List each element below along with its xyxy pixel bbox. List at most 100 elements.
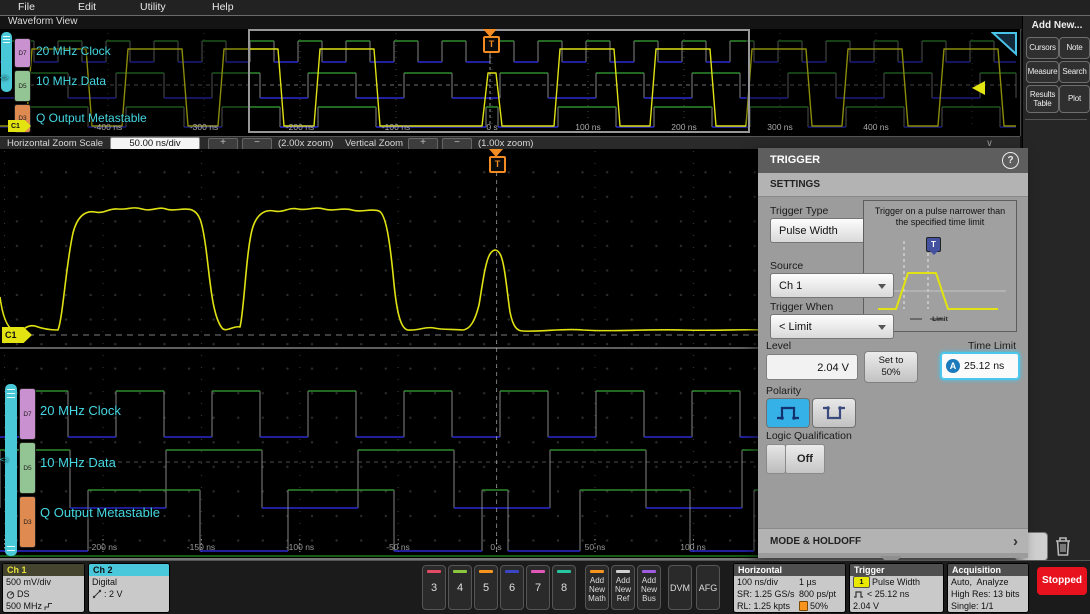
source-label: Source [770, 260, 804, 272]
chip-d7[interactable]: D7 [14, 38, 31, 68]
plot-button[interactable]: Plot [1059, 85, 1090, 113]
channel-7-button[interactable]: 7 [526, 565, 550, 610]
horizontal-badge[interactable]: Horizontal 100 ns/div 1 µs SR: 1.25 GS/s 8… [733, 563, 846, 613]
channel-8-button[interactable]: 8 [552, 565, 576, 610]
ov-axis-label: 200 ns [671, 122, 697, 132]
afg-button[interactable]: AFG [696, 565, 720, 610]
channel-6-button[interactable]: 6 [500, 565, 524, 610]
cursors-button[interactable]: Cursors [1026, 37, 1059, 59]
overview-label-q: Q Output Metastable [36, 111, 147, 125]
logic-qualification-label: Logic Qualification [766, 430, 852, 442]
polarity-positive-button[interactable] [766, 398, 810, 428]
collapse-toggle-icon-main[interactable]: <> [0, 457, 8, 464]
note-button[interactable]: Note [1059, 37, 1090, 59]
negative-pulse-icon [823, 406, 845, 420]
knob-a-icon: A [946, 359, 960, 373]
h-zoom-scale-label: Horizontal Zoom Scale [7, 138, 104, 149]
zoom-mode-icon[interactable] [991, 31, 1018, 56]
stopped-button[interactable]: Stopped [1037, 567, 1087, 595]
add-new-title: Add New... [1031, 20, 1083, 31]
chevron-down-icon [878, 284, 886, 289]
ov-axis-label: 300 ns [767, 122, 793, 132]
logic-toggle-value[interactable]: Off [785, 444, 825, 474]
ov-axis-label: 0 s [486, 122, 498, 132]
trigger-desc-line2: the specified time limit [895, 217, 985, 227]
positive-pulse-icon [777, 406, 799, 420]
main-label-clock: 20 MHz Clock [40, 403, 121, 418]
help-icon[interactable]: ? [1002, 152, 1019, 169]
analog-group-handle[interactable] [1, 32, 12, 92]
acquisition-badge[interactable]: Acquisition Auto, Analyze High Res: 13 b… [947, 563, 1029, 613]
add-new-math-button[interactable]: Add New Math [585, 565, 609, 610]
ov-axis-label: -300 ns [189, 122, 219, 132]
chip-d7-main[interactable]: D7 [19, 388, 36, 440]
channel-4-button[interactable]: 4 [448, 565, 472, 610]
trigger-marker-flag-main[interactable]: T [489, 156, 506, 173]
level-label: Level [766, 340, 792, 352]
bottom-bar: Ch 1 500 mV/div DS 500 MHz Ch 2 Digital … [0, 560, 1090, 614]
settings-tab[interactable]: SETTINGS [758, 173, 1028, 197]
trigger-panel-title: TRIGGER [758, 148, 1028, 173]
diagram-flag-pointer [930, 251, 938, 255]
waveform-overview[interactable]: <> D7 D5 D3 20 MHz Clock 10 MHz Data Q O… [0, 29, 1021, 136]
trigger-marker-flag-overview[interactable]: T [483, 36, 500, 53]
threshold-icon [92, 589, 102, 599]
ov-axis-label: -200 ns [285, 122, 315, 132]
diagram-trigger-flag: T [926, 237, 941, 252]
overview-dim-right [746, 29, 1020, 129]
ov-axis-label: 100 ns [575, 122, 601, 132]
pulse-width-icon [854, 590, 863, 598]
chip-d5[interactable]: D5 [14, 70, 31, 102]
add-new-ref-button[interactable]: Add New Ref [611, 565, 635, 610]
offscreen-trigger-arrow-icon [972, 81, 985, 95]
waveform-view-tab[interactable]: Waveform View [0, 16, 1090, 30]
menu-edit[interactable]: Edit [78, 1, 96, 13]
waveform-view-title: Waveform View [8, 16, 78, 27]
search-button[interactable]: Search [1059, 61, 1090, 83]
trigger-type-label: Trigger Type [770, 205, 829, 217]
trigger-settings-panel: TRIGGER ? SETTINGS Trigger Type Pulse Wi… [758, 148, 1028, 558]
main-axis-label: 0 s [490, 542, 502, 552]
trigger-when-dropdown[interactable]: < Limit [770, 314, 894, 339]
menu-file[interactable]: File [18, 1, 35, 13]
main-axis-label: 50 ns [584, 542, 606, 552]
source-dropdown[interactable]: Ch 1 [770, 273, 894, 298]
trigger-badge[interactable]: Trigger 1 Pulse Width < 25.12 ns 2.04 V [849, 563, 944, 613]
digital-group-handle[interactable] [5, 384, 17, 556]
chip-d5-main[interactable]: D5 [19, 442, 36, 494]
add-new-bus-button[interactable]: Add New Bus [637, 565, 661, 610]
time-limit-input[interactable]: A 25.12 ns [940, 352, 1020, 380]
ch1-badge[interactable]: Ch 1 500 mV/div DS 500 MHz [2, 563, 85, 613]
chevron-right-icon: › [1013, 533, 1018, 550]
mode-holdoff-row[interactable]: MODE & HOLDOFF › [758, 528, 1028, 553]
v-zoom-factor: (1.00x zoom) [478, 138, 534, 149]
polarity-negative-button[interactable] [812, 398, 856, 428]
channel-5-button[interactable]: 5 [474, 565, 498, 610]
trigger-position-icon [799, 601, 808, 611]
menu-bar: File Edit Utility Help [0, 0, 1090, 16]
trash-button[interactable] [1050, 533, 1076, 559]
measure-button[interactable]: Measure [1026, 61, 1059, 83]
main-axis-label: -100 ns [285, 542, 315, 552]
ch2-badge[interactable]: Ch 2 Digital : 2 V [88, 563, 170, 613]
collapse-toggle-icon[interactable]: <> [0, 75, 8, 82]
dvm-button[interactable]: DVM [668, 565, 692, 610]
logic-toggle-knob[interactable] [766, 444, 786, 474]
add-new-panel: Add New... Cursors Note Measure Search R… [1022, 16, 1090, 560]
results-table-button[interactable]: Results Table [1026, 85, 1059, 113]
ov-axis-label: 400 ns [863, 122, 889, 132]
time-limit-label: Time Limit [967, 340, 1016, 352]
menu-utility[interactable]: Utility [140, 1, 166, 13]
set-to-50-button[interactable]: Set to 50% [864, 351, 918, 383]
level-input[interactable]: 2.04 V [766, 354, 858, 380]
channel-3-button[interactable]: 3 [422, 565, 446, 610]
menu-help[interactable]: Help [212, 1, 234, 13]
bandwidth-icon [44, 602, 53, 610]
source-1-chip: 1 [853, 576, 870, 588]
chip-d3-main[interactable]: D3 [19, 496, 36, 548]
main-axis-label: -50 ns [386, 542, 410, 552]
trigger-description-box: Trigger on a pulse narrower than the spe… [863, 200, 1017, 332]
main-label-data: 10 MHz Data [40, 455, 116, 470]
v-zoom-label: Vertical Zoom [345, 138, 404, 149]
trigger-desc-line1: Trigger on a pulse narrower than [874, 206, 1006, 216]
